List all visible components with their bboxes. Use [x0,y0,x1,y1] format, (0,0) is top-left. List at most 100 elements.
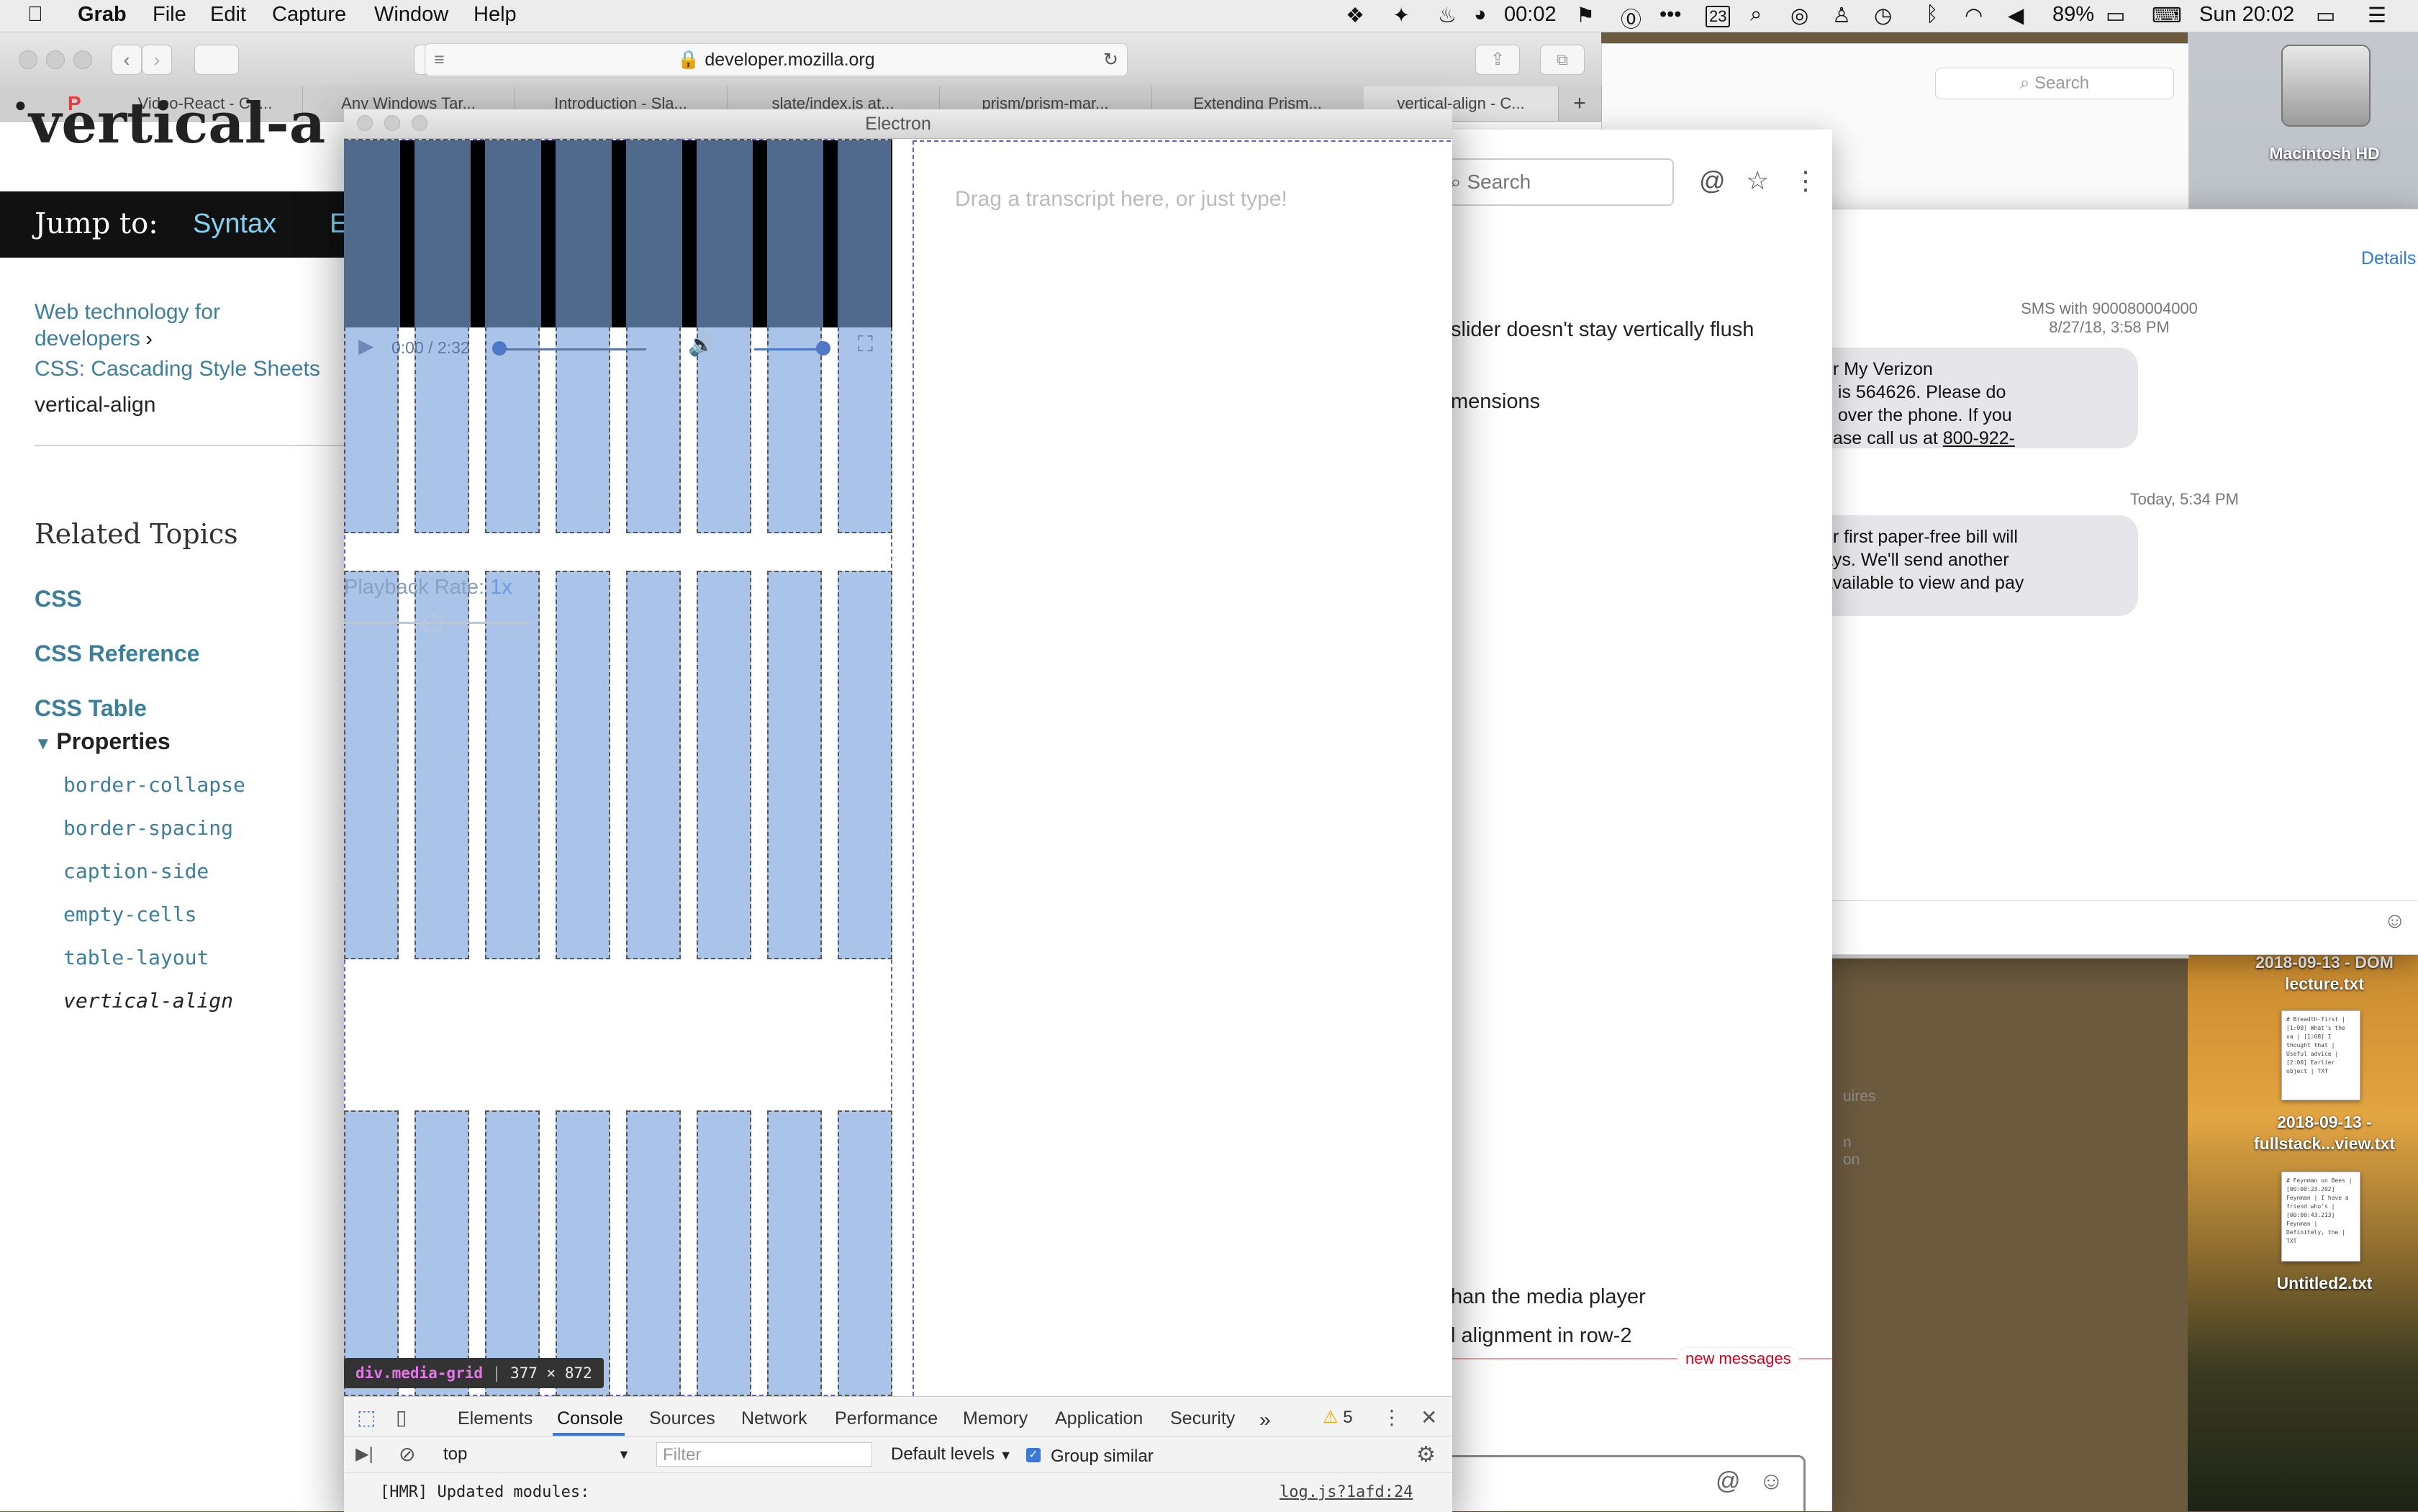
devtools-tab-memory[interactable]: Memory [963,1408,1028,1429]
devtools-menu-icon[interactable]: ⋮ [1382,1405,1402,1429]
back-button[interactable]: ‹ [112,45,142,75]
flag-icon[interactable]: ⚑ [1576,3,1595,28]
volume-track[interactable] [754,348,823,350]
related-link-css-reference[interactable]: CSS Reference [35,640,199,667]
sidebar-toggle-icon[interactable] [194,45,239,75]
properties-toggle[interactable]: ▼ Properties [35,728,171,755]
sidebar-toggle-icon[interactable]: ▶| [356,1444,373,1465]
vpn-icon[interactable]: ◎ [1790,3,1808,28]
share-icon[interactable]: ⇪ [1475,45,1520,75]
menu-file[interactable]: File [153,3,186,27]
menu-clock[interactable]: Sun 20:02 [2199,3,2294,27]
device-toolbar-icon[interactable]: ▯ [396,1405,407,1429]
menu-help[interactable]: Help [474,3,517,27]
progress-handle[interactable] [492,341,507,356]
more-icon[interactable]: ••• [1659,3,1681,27]
playback-rate-value[interactable]: 1x [490,576,512,599]
dropbox-icon[interactable]: ❖ [1346,3,1364,28]
notification-center-icon[interactable]: ☰ [2368,3,2386,28]
more-tabs-icon[interactable]: » [1259,1408,1271,1431]
desktop-file-label-2[interactable]: 2018-09-13 - fullstack...view.txt [2231,1111,2418,1154]
console-source-link[interactable]: log.js?1afd:24 [1280,1483,1413,1501]
flame-icon[interactable]: ♨ [1438,3,1457,28]
volume-handle[interactable] [816,341,830,356]
play-icon[interactable]: ▶ [358,334,374,358]
message-compose-field[interactable]: ge ☺ [1807,900,2417,941]
keyboard-icon[interactable]: ⌨ [2152,3,2182,28]
group-similar-checkbox[interactable]: ✓ [1026,1448,1041,1462]
slack-search-field[interactable]: ⌕ Search [1440,158,1674,206]
battery-icon[interactable]: ▭ [2106,3,2125,28]
menu-edit[interactable]: Edit [210,3,246,27]
sync-status-icon[interactable]: ✦ [1393,3,1410,28]
log-levels-select[interactable]: Default levels ▼ [891,1442,1013,1467]
devtools-tab-console[interactable]: Console [557,1408,623,1429]
timer-icon[interactable]: ◕ [1474,3,1487,27]
menu-window[interactable]: Window [374,3,448,27]
reader-icon[interactable]: ≡ [434,44,445,76]
close-window-button[interactable] [19,50,37,69]
hard-drive-icon[interactable] [2281,45,2371,127]
github-icon[interactable]: ● [14,94,27,117]
url-bar[interactable]: ≡ 🔒 developer.mozilla.org ↻ [425,43,1128,76]
details-link[interactable]: Details [2361,248,2416,269]
battery-percent[interactable]: 89% [2052,3,2094,27]
breadcrumb-link[interactable]: CSS: Cascading Style Sheets [35,357,320,381]
desktop-file-label-3[interactable]: Untitled2.txt [2231,1274,2418,1293]
fullscreen-icon[interactable]: ⛶ [858,332,873,357]
search-icon[interactable]: ⌕ [1750,3,1762,27]
reload-icon[interactable]: ↻ [1103,44,1118,76]
zoom-window-button[interactable] [73,50,92,69]
clear-console-icon[interactable]: ⊘ [399,1442,415,1466]
calendar-icon[interactable]: 23 [1706,6,1731,27]
tabs-overview-icon[interactable]: ⧉ [1540,45,1585,75]
desktop-file-label-1[interactable]: 2018-09-13 - DOM lecture.txt [2231,951,2418,995]
mention-icon[interactable]: @ [1716,1467,1741,1495]
emoji-icon[interactable]: ☺ [2383,901,2406,941]
forward-button[interactable]: › [142,45,172,75]
context-select[interactable]: top ▼ [443,1442,630,1467]
property-link[interactable]: caption-side [63,859,209,883]
app-menu[interactable]: Grab [78,3,127,27]
jump-link-syntax[interactable]: Syntax [193,209,276,240]
inspect-element-icon[interactable]: ⬚ [357,1405,376,1429]
property-link[interactable]: border-spacing [63,816,233,840]
emoji-icon[interactable]: ☺ [1759,1467,1784,1495]
property-link[interactable]: empty-cells [63,902,196,926]
devtools-tab-security[interactable]: Security [1170,1408,1235,1429]
text-file-icon[interactable]: # Breadth-first | [1:00] What's the va |… [2281,1010,2360,1100]
devtools-tab-network[interactable]: Network [741,1408,807,1429]
property-link[interactable]: table-layout [63,946,209,969]
console-filter-input[interactable]: Filter [656,1442,872,1467]
text-file-icon[interactable]: # Feynman on Bees | [00:00:23.202] Feynm… [2281,1172,2360,1262]
wifi-icon[interactable]: ◠ [1965,3,1983,28]
display-icon[interactable]: ▭ [2316,3,2335,28]
bluetooth-icon[interactable]: ᛒ [1926,3,1938,27]
devtools-tab-elements[interactable]: Elements [458,1408,533,1429]
bell-icon[interactable]: ♙ [1832,3,1851,28]
slack-message-input[interactable]: @ ☺ [1440,1455,1806,1511]
settings-gear-icon[interactable]: ⚙ [1416,1442,1436,1467]
playback-rate-handle[interactable] [423,615,442,633]
more-menu-icon[interactable]: ⋮ [1793,166,1819,196]
phone-link[interactable]: 800-922- [1943,428,2015,448]
related-link-css[interactable]: CSS [35,586,82,612]
time-machine-icon[interactable]: ◷ [1874,3,1892,28]
devtools-tab-performance[interactable]: Performance [835,1408,938,1429]
star-icon[interactable]: ☆ [1746,166,1769,196]
password-manager-icon[interactable]: ⓪ [1621,3,1642,33]
warnings-badge[interactable]: ⚠ 5 [1323,1407,1353,1428]
mentions-icon[interactable]: @ [1699,166,1726,196]
volume-icon[interactable]: ◀ [2008,3,2024,28]
close-icon[interactable]: ✕ [1421,1405,1437,1429]
timer-readout[interactable]: 00:02 [1504,3,1557,27]
property-link[interactable]: border-collapse [63,773,245,797]
volume-icon[interactable]: 🔊 [688,332,715,358]
related-link-css-table[interactable]: CSS Table [35,695,147,722]
apple-menu-icon[interactable]:  [27,3,43,27]
new-tab-button[interactable]: + [1558,86,1602,121]
finder-search-field[interactable]: ⌕ Search [1935,68,2174,99]
devtools-tab-sources[interactable]: Sources [649,1408,715,1429]
progress-track[interactable] [495,348,646,350]
minimize-window-button[interactable] [46,50,65,69]
